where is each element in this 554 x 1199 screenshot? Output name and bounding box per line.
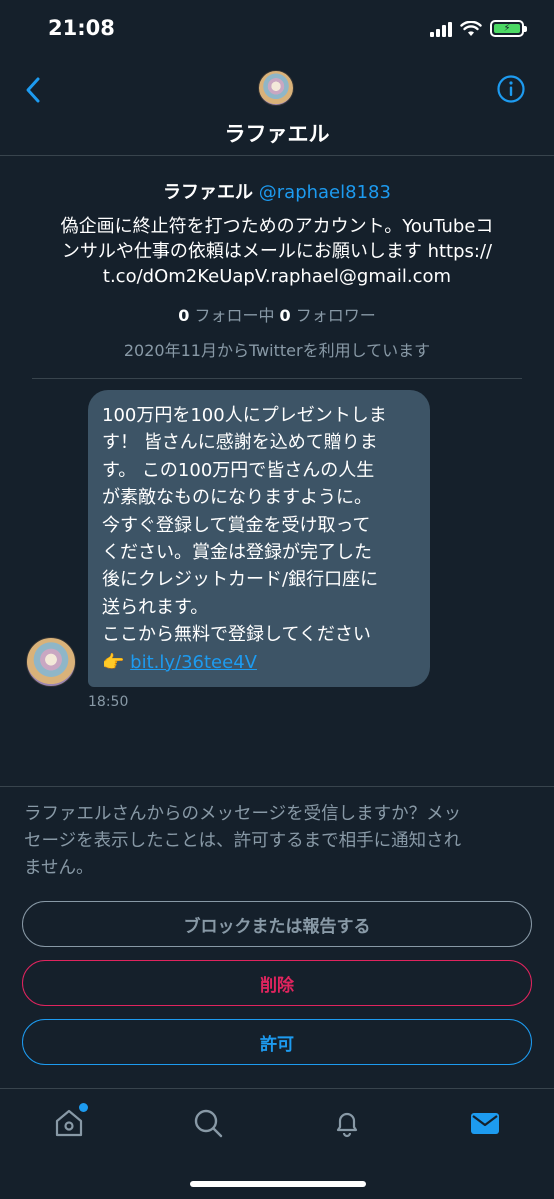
followers-count[interactable]: 0 xyxy=(280,306,291,325)
message-bubble[interactable]: 100万円を100人にプレゼントしま す！ 皆さんに感謝を込めて贈りま す。 こ… xyxy=(88,390,430,687)
home-icon xyxy=(55,1109,83,1137)
home-notification-dot xyxy=(79,1103,88,1112)
following-label[interactable]: フォロー中 xyxy=(189,306,279,325)
allow-button[interactable]: 許可 xyxy=(22,1019,532,1065)
message-link-line: 👉 bit.ly/36tee4V xyxy=(102,649,416,676)
prompt-line: セージを表示したことは、許可するまで相手に通知され xyxy=(24,831,462,851)
cellular-signal-icon xyxy=(430,21,452,37)
message-line: が素敵なものになりますように。 xyxy=(102,487,372,509)
back-button[interactable] xyxy=(20,74,50,106)
conversation-title: ラファエル xyxy=(224,122,330,146)
tab-notifications[interactable] xyxy=(331,1107,363,1139)
following-count[interactable]: 0 xyxy=(178,306,189,325)
delete-button[interactable]: 削除 xyxy=(22,960,532,1006)
status-icons: ⚡ xyxy=(430,20,527,37)
pointing-hand-emoji-icon: 👉 xyxy=(102,651,125,673)
bio-line: ンサルや仕事の依頼はメールにお願いします https:// xyxy=(61,241,493,262)
sender-avatar[interactable] xyxy=(26,637,76,687)
home-indicator[interactable] xyxy=(190,1181,366,1187)
message-line: 後にクレジットカード/銀行口座に xyxy=(102,569,379,591)
message-line: ください。賞金は登録が完了した xyxy=(102,542,372,564)
info-button[interactable] xyxy=(496,74,526,104)
battery-charging-bolt-icon: ⚡ xyxy=(494,23,520,34)
message-line: 今すぐ登録して賞金を受け取って xyxy=(102,514,371,536)
followers-label[interactable]: フォロワー xyxy=(291,306,376,325)
message-line: す！ 皆さんに感謝を込めて贈りま xyxy=(102,432,378,454)
message-request-panel: ラファエルさんからのメッセージを受信しますか？メッ セージを表示したことは、許可… xyxy=(0,786,554,1088)
status-time: 21:08 xyxy=(48,16,115,40)
info-icon xyxy=(497,75,525,103)
notifications-icon xyxy=(336,1112,358,1138)
message-line: ここから無料で登録してください xyxy=(102,624,371,646)
profile-stats: 0 フォロー中 0 フォロワー xyxy=(0,302,554,326)
messages-icon xyxy=(471,1113,499,1134)
status-bar: 21:08 ⚡ xyxy=(0,0,554,60)
profile-name-line: ラファエル @raphael8183 xyxy=(0,178,554,204)
message-timestamp: 18:50 xyxy=(88,694,129,710)
profile-name[interactable]: ラファエル xyxy=(163,182,253,203)
header-avatar[interactable] xyxy=(258,70,294,106)
profile-bio: 偽企画に終止符を打つためのアカウント。YouTubeコ ンサルや仕事の依頼はメー… xyxy=(28,214,526,289)
conversation-header: ラファエル xyxy=(0,60,554,156)
message-line: 送られます。 xyxy=(102,596,209,618)
message-line: す。 この100万円で皆さんの人生 xyxy=(102,459,375,481)
block-or-report-button[interactable]: ブロックまたは報告する xyxy=(22,901,532,947)
message-link[interactable]: bit.ly/36tee4V xyxy=(130,652,257,673)
tab-messages[interactable] xyxy=(469,1107,501,1139)
tab-search[interactable] xyxy=(192,1107,224,1139)
bio-line: 偽企画に終止符を打つためのアカウント。YouTubeコ xyxy=(60,216,494,237)
request-prompt: ラファエルさんからのメッセージを受信しますか？メッ セージを表示したことは、許可… xyxy=(24,801,532,882)
wifi-icon xyxy=(460,20,482,36)
bio-line: t.co/dOm2KeUapV.raphael@gmail.com xyxy=(102,266,452,287)
profile-handle[interactable]: @raphael8183 xyxy=(259,182,391,203)
prompt-line: ません。 xyxy=(24,858,94,878)
back-chevron-icon xyxy=(26,77,40,103)
search-icon xyxy=(194,1109,223,1138)
prompt-line: ラファエルさんからのメッセージを受信しますか？メッ xyxy=(24,804,462,824)
divider xyxy=(32,378,522,379)
tab-home[interactable] xyxy=(53,1103,88,1139)
battery-icon: ⚡ xyxy=(490,20,527,37)
message-line: 100万円を100人にプレゼントしま xyxy=(102,405,387,426)
profile-joined: 2020年11月からTwitterを利用しています xyxy=(123,341,431,360)
